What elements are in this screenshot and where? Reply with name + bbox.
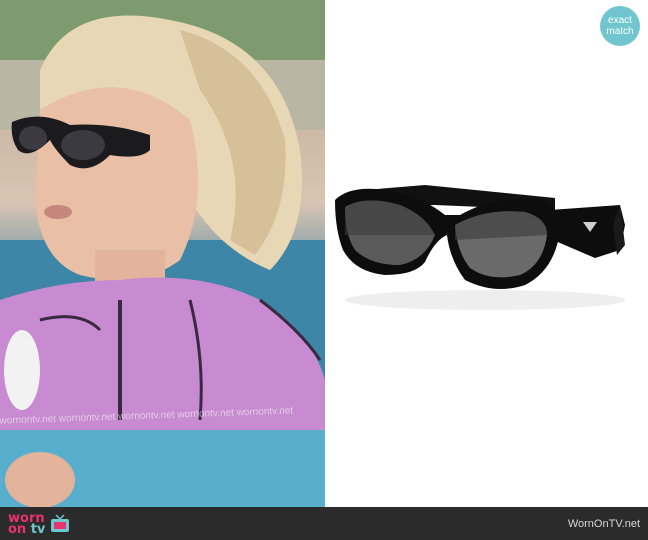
badge-line-2: match [606, 26, 634, 37]
brand-on-tv: on tv [8, 521, 46, 537]
exact-match-badge: exact match [600, 6, 640, 46]
brand-logo[interactable]: worn on tv [8, 512, 71, 537]
scene-photo: wornontv.net wornontv.net wornontv.net w… [0, 0, 325, 507]
product-panel [325, 0, 648, 507]
footer-bar: worn on tv WornOnTV.net [0, 507, 648, 540]
site-label[interactable]: WornOnTV.net [568, 518, 640, 530]
badge-line-1: exact [608, 15, 632, 26]
tv-icon [51, 513, 70, 532]
brand-on: on [8, 521, 27, 537]
brand-tv: tv [30, 521, 46, 537]
sunglasses-product-image[interactable] [325, 0, 648, 507]
brand-text: worn on tv [8, 512, 46, 537]
